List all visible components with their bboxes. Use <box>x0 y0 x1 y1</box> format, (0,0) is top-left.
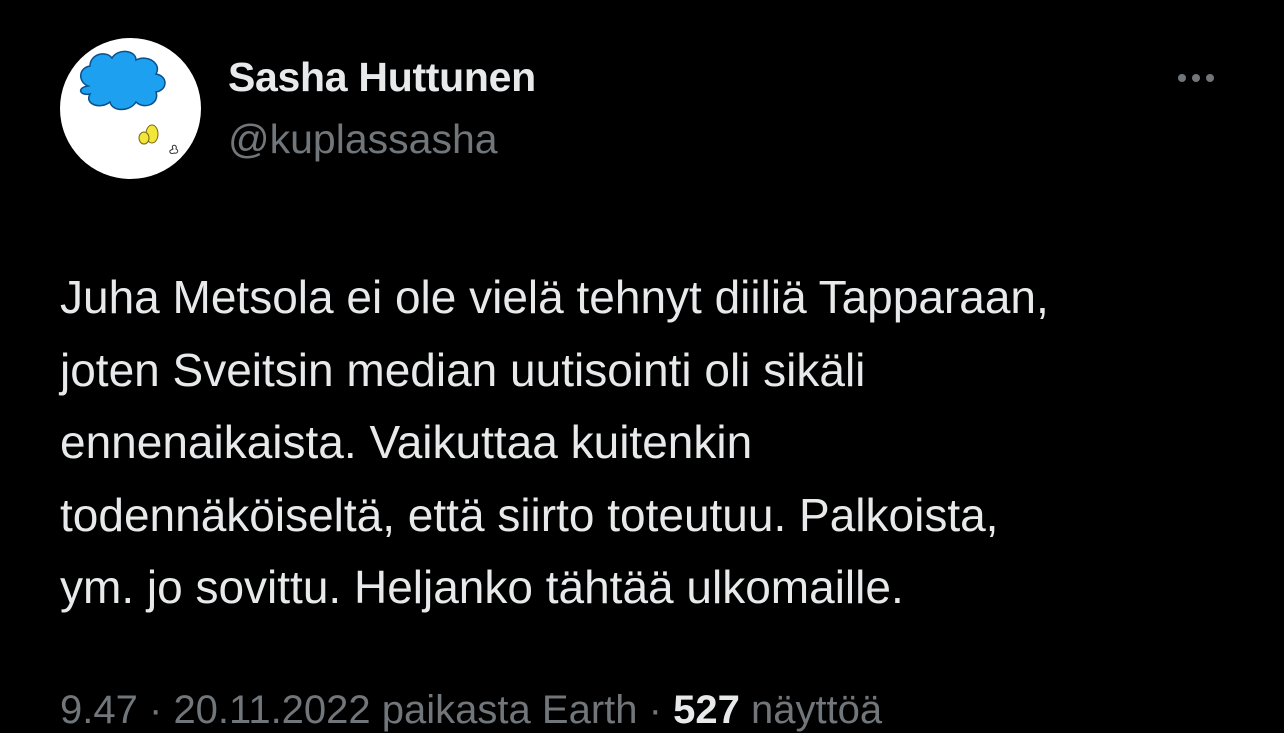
more-horizontal-icon <box>1178 74 1186 82</box>
meta-separator: · <box>648 688 662 732</box>
views-count: 527 <box>673 688 740 732</box>
tweet-text-line: joten Sveitsin median uutisointi oli sik… <box>60 343 866 396</box>
more-options-button[interactable] <box>1168 58 1224 98</box>
tweet-text-line: Juha Metsola ei ole vielä tehnyt diiliä … <box>60 271 1049 323</box>
tweet-text-line: todennäköiseltä, että siirto toteutuu. P… <box>60 488 999 541</box>
cloud-thought-bubble-icon <box>79 50 179 155</box>
author-display-name[interactable]: Sasha Huttunen <box>228 54 536 101</box>
tweet-text: Juha Metsola ei ole vielä tehnyt diiliä … <box>60 261 1240 624</box>
more-horizontal-icon-dot <box>1192 74 1200 82</box>
tweet-time[interactable]: 9.47 <box>60 688 138 732</box>
tweet-date[interactable]: 20.11.2022 <box>173 688 370 732</box>
views-label: näyttöä <box>750 688 883 732</box>
tweet-text-line: ym. jo sovittu. Heljanko tähtää ulkomail… <box>60 561 904 613</box>
tweet-text-line: ennenaikaista. Vaikuttaa kuitenkin <box>60 416 753 468</box>
more-horizontal-icon-dot <box>1206 74 1214 82</box>
avatar[interactable] <box>60 38 201 179</box>
tweet-meta: 9.47 · 20.11.2022 paikasta Earth · 527 n… <box>60 688 882 733</box>
meta-separator: · <box>148 688 163 732</box>
tweet-source: paikasta Earth <box>381 688 638 732</box>
author-handle[interactable]: @kuplassasha <box>228 116 498 163</box>
